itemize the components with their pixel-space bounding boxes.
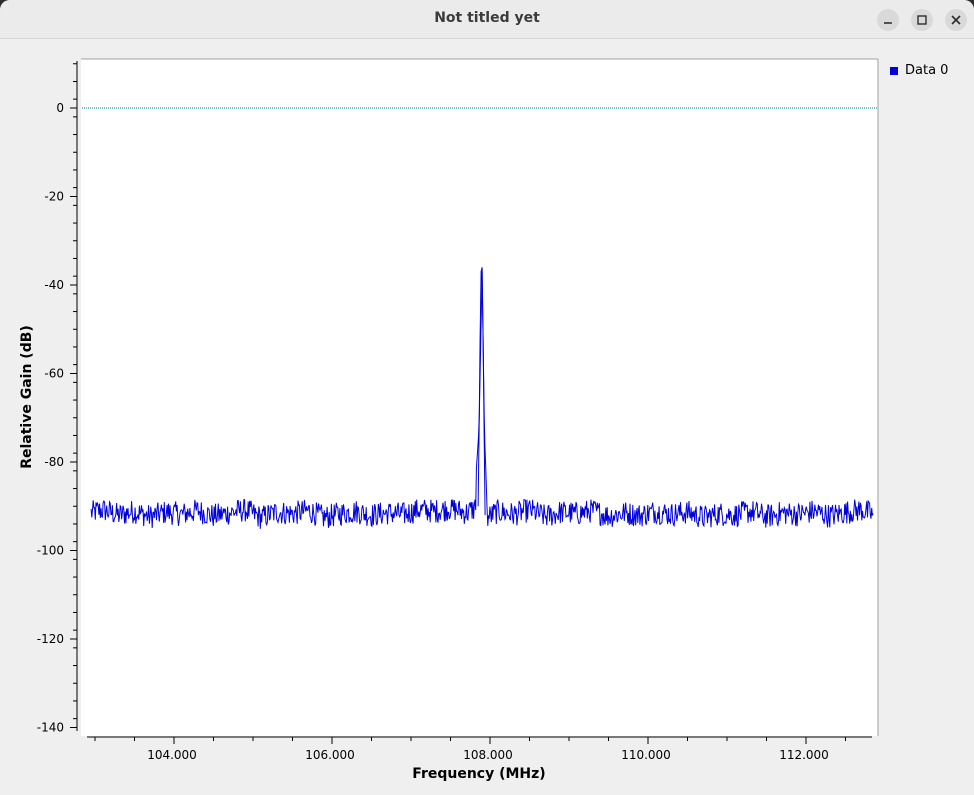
y-tick-label: -20 (44, 190, 64, 204)
maximize-icon (917, 15, 927, 25)
title-bar[interactable]: Not titled yet (0, 0, 974, 39)
x-axis-title: Frequency (MHz) (412, 766, 545, 782)
minimize-icon (884, 22, 892, 24)
minimize-button[interactable] (877, 9, 899, 31)
y-axis-title: Relative Gain (dB) (19, 325, 35, 469)
y-tick-label: -60 (44, 367, 64, 381)
y-tick-label: -80 (44, 455, 64, 469)
close-icon (951, 15, 961, 25)
y-tick-label: 0 (56, 101, 64, 115)
x-axis: 104.000 106.000 108.000 110.000 112.000 (87, 736, 872, 762)
y-tick-label: -120 (37, 632, 64, 646)
x-tick-label: 104.000 (147, 748, 197, 762)
legend[interactable]: Data 0 (890, 63, 948, 78)
x-tick-label: 108.000 (463, 748, 513, 762)
close-button[interactable] (945, 9, 967, 31)
legend-label-data-0: Data 0 (905, 63, 949, 78)
x-tick-label: 112.000 (779, 748, 829, 762)
y-tick-label: -100 (37, 544, 64, 558)
y-axis: 0 -20 -40 -60 -80 -100 -120 -140 (37, 61, 78, 735)
legend-swatch-data-0 (890, 66, 898, 75)
frequency-plot[interactable]: 0 -20 -40 -60 -80 -100 -120 -140 104.000 106.000… (0, 39, 974, 795)
x-tick-label: 106.000 (305, 748, 355, 762)
y-tick-label: -40 (44, 278, 64, 292)
maximize-button[interactable] (911, 9, 933, 31)
window-title: Not titled yet (434, 10, 540, 26)
application-window: Not titled yet 0 -20 -40-60 -80 -100 -12… (0, 0, 974, 795)
y-tick-label: -140 (37, 721, 64, 735)
x-tick-label: 110.000 (621, 748, 671, 762)
plot-area-container: 0 -20 -40 -60 -80 -100 -120 -140 104.000 106.000… (0, 39, 974, 795)
